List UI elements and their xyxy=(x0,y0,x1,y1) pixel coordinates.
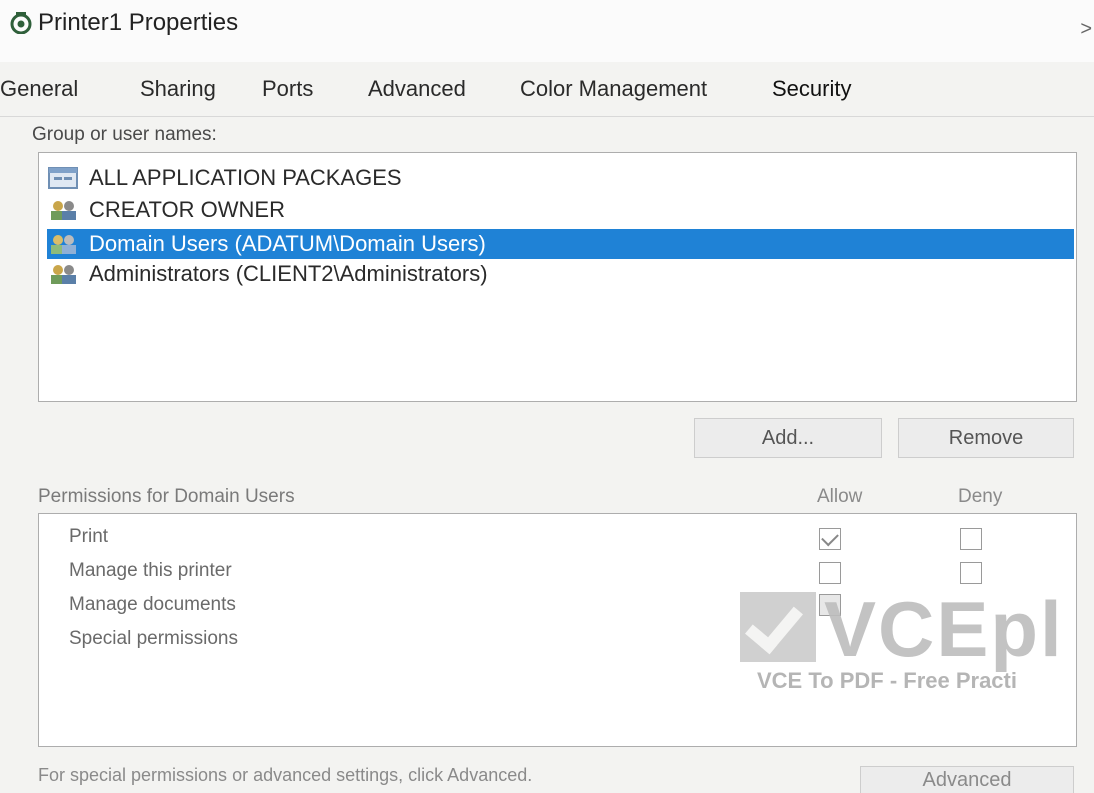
title-bar: Printer1 Properties > xyxy=(0,0,1094,62)
app-packages-icon xyxy=(47,166,87,190)
tab-ports[interactable]: Ports xyxy=(262,76,313,102)
user-name: Domain Users (ADATUM\Domain Users) xyxy=(89,231,486,256)
user-name: ALL APPLICATION PACKAGES xyxy=(89,165,402,190)
tab-security[interactable]: Security xyxy=(772,76,851,102)
allow-column-header: Allow xyxy=(817,486,863,507)
permission-name: Special permissions xyxy=(69,628,238,649)
list-item[interactable]: CREATOR OWNER xyxy=(47,195,285,225)
tab-general[interactable]: General xyxy=(0,76,78,102)
list-item-selected[interactable]: Domain Users (ADATUM\Domain Users) xyxy=(47,229,1074,259)
advanced-hint-text: For special permissions or advanced sett… xyxy=(38,765,533,785)
user-listbox[interactable]: ALL APPLICATION PACKAGES CREATOR OWNER D… xyxy=(38,152,1077,402)
add-button[interactable]: Add... xyxy=(694,418,882,458)
permission-name: Print xyxy=(69,526,109,547)
manage-printer-allow-checkbox[interactable] xyxy=(819,562,841,584)
printer-icon xyxy=(10,12,32,34)
permission-name: Manage documents xyxy=(69,594,236,615)
list-item[interactable]: ALL APPLICATION PACKAGES xyxy=(47,163,402,193)
window-title: Printer1 Properties xyxy=(38,9,239,36)
close-button[interactable]: > xyxy=(1080,18,1092,41)
tab-advanced[interactable]: Advanced xyxy=(368,76,466,102)
manage-printer-deny-checkbox[interactable] xyxy=(960,562,982,584)
tab-color-management[interactable]: Color Management xyxy=(520,76,707,102)
tab-sharing[interactable]: Sharing xyxy=(140,76,216,102)
users-icon xyxy=(47,262,87,286)
print-deny-checkbox[interactable] xyxy=(960,528,982,550)
watermark-tagline: VCE To PDF - Free Practi xyxy=(757,668,1017,693)
tab-strip: General Sharing Ports Advanced Color Man… xyxy=(0,62,1094,118)
permissions-label: Permissions for Domain Users xyxy=(38,486,295,507)
advanced-button[interactable]: Advanced xyxy=(860,766,1074,793)
users-icon xyxy=(47,198,87,222)
watermark-check-icon xyxy=(740,592,816,662)
deny-column-header: Deny xyxy=(958,486,1003,507)
permission-name: Manage this printer xyxy=(69,560,232,581)
user-name: CREATOR OWNER xyxy=(89,197,285,222)
tab-divider xyxy=(0,116,1094,117)
user-name: Administrators (CLIENT2\Administrators) xyxy=(89,261,488,286)
watermark-brand: VCEpl xyxy=(824,585,1064,673)
group-users-label: Group or user names: xyxy=(32,124,217,145)
users-icon xyxy=(47,232,87,256)
list-item[interactable]: Administrators (CLIENT2\Administrators) xyxy=(47,259,488,289)
watermark-logo: VCEpl xyxy=(740,585,1094,673)
remove-button[interactable]: Remove xyxy=(898,418,1074,458)
print-allow-checkbox[interactable] xyxy=(819,528,841,550)
